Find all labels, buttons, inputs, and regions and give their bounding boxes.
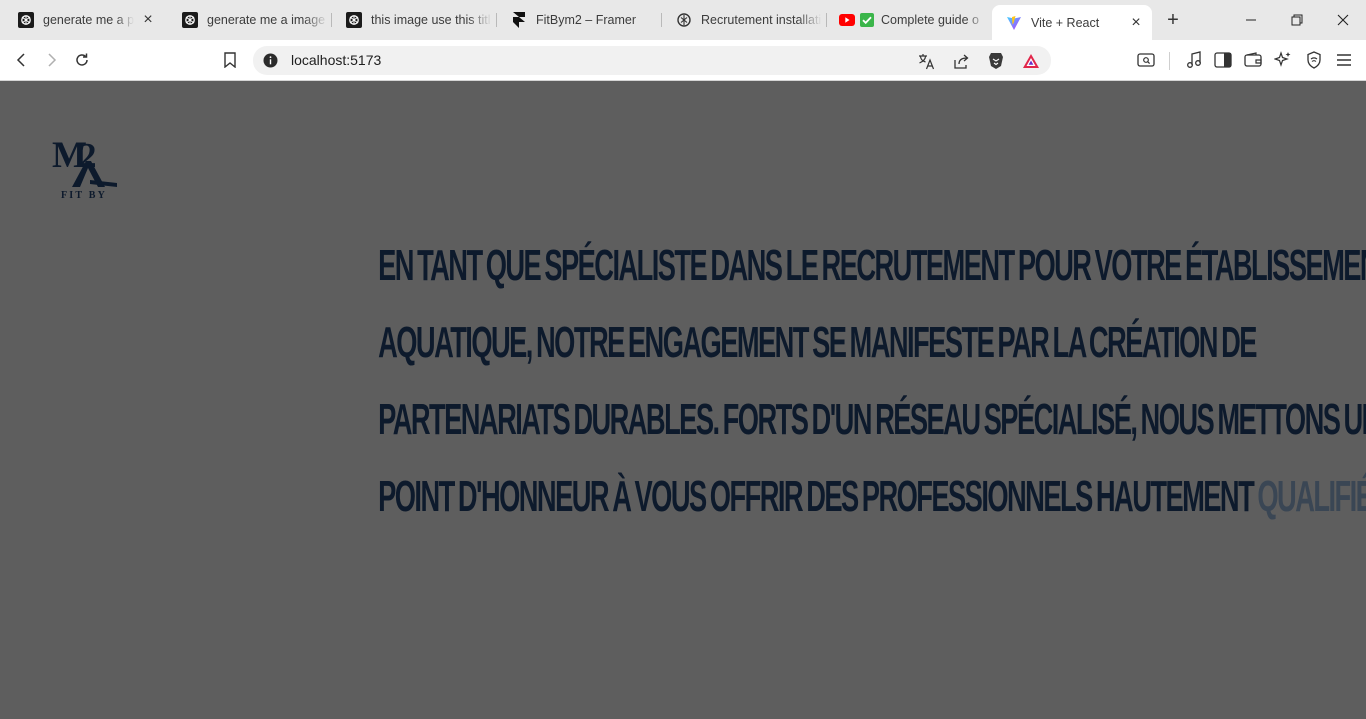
media-button[interactable] <box>1181 48 1207 72</box>
wallet-button[interactable] <box>1240 48 1266 72</box>
shield-icon <box>1307 51 1321 69</box>
tab-label: generate me a image <box>207 13 326 27</box>
tab-label: Vite + React <box>1031 15 1100 30</box>
toolbar-divider <box>1169 52 1170 70</box>
music-note-icon <box>1187 51 1201 68</box>
new-tab-button[interactable]: + <box>1161 9 1185 31</box>
openai-outline-icon <box>676 12 692 28</box>
hero-statement: EN TANT QUE SPÉCIALISTE DANS LE RECRUTEM… <box>190 227 1366 535</box>
restore-icon <box>1291 14 1303 26</box>
tab-label: generate me a pr <box>43 13 134 27</box>
hero-line-4: POINT D'HONNEUR À VOUS OFFRIR DES PROFES… <box>378 458 1366 535</box>
checkmark-icon <box>859 12 875 28</box>
brave-lion-icon <box>989 53 1003 69</box>
hero-line-3: PARTENARIATS DURABLES. FORTS D'UN RÉSEAU… <box>378 395 1366 444</box>
address-text: localhost:5173 <box>291 52 382 68</box>
tab-generate-image[interactable]: generate me a image <box>168 5 328 35</box>
openai-icon <box>18 12 34 28</box>
share-button[interactable] <box>949 49 973 73</box>
forward-button[interactable] <box>38 48 64 72</box>
sparkle-icon <box>1274 51 1291 67</box>
tab-label: FitBym2 – Framer <box>536 13 637 27</box>
tab-label: Recrutement installati <box>701 13 822 27</box>
hero-line-2: AQUATIQUE, NOTRE ENGAGEMENT SE MANIFESTE… <box>378 318 1257 367</box>
logo-tagline: FIT BY <box>61 190 107 201</box>
openai-icon <box>182 12 198 28</box>
reload-button[interactable] <box>69 48 95 72</box>
tab-complete-guide[interactable]: Complete guide o <box>827 5 987 35</box>
share-icon <box>953 54 968 69</box>
restore-button[interactable] <box>1285 8 1309 32</box>
page-content: M 2 FIT BY EN TANT QUE SPÉCIALISTE DANS … <box>0 81 1366 719</box>
back-button[interactable] <box>9 48 35 72</box>
arrow-right-icon <box>48 53 57 67</box>
browser-toolbar: localhost:5173 <box>0 40 1366 81</box>
bookmark-button[interactable] <box>217 48 243 72</box>
rewards-triangle-icon <box>1023 54 1039 68</box>
hero-line-4-text: POINT D'HONNEUR À VOUS OFFRIR DES PROFES… <box>378 472 1255 521</box>
menu-button[interactable] <box>1331 48 1357 72</box>
leo-ai-button[interactable] <box>1270 48 1296 72</box>
tab-label: Complete guide o <box>881 13 979 27</box>
close-icon <box>1337 14 1349 26</box>
hero-highlight-word: QUALIFIÉS <box>1257 472 1366 521</box>
tab-generate-pr[interactable]: generate me a pr × <box>4 5 164 35</box>
minimize-icon <box>1246 19 1256 21</box>
translate-button[interactable] <box>914 49 938 73</box>
tab-recrutement[interactable]: Recrutement installati <box>662 5 822 35</box>
site-logo[interactable]: M 2 FIT BY <box>50 131 120 201</box>
sidebar-icon <box>1214 52 1232 68</box>
close-tab-icon[interactable]: × <box>1128 14 1144 31</box>
translate-icon <box>918 53 934 69</box>
bookmark-icon <box>224 52 236 68</box>
reading-mode-button[interactable] <box>1133 48 1159 72</box>
vite-icon <box>1006 15 1022 31</box>
hamburger-menu-icon <box>1337 54 1351 66</box>
reader-icon <box>1137 53 1155 67</box>
wallet-icon <box>1244 52 1262 67</box>
close-window-button[interactable] <box>1331 8 1355 32</box>
reload-icon <box>76 53 88 66</box>
hero-line-1: EN TANT QUE SPÉCIALISTE DANS LE RECRUTEM… <box>378 241 1366 290</box>
tab-vite-react[interactable]: Vite + React × <box>992 5 1152 40</box>
site-info-icon[interactable] <box>263 53 278 68</box>
vpn-button[interactable] <box>1301 48 1327 72</box>
tab-strip: generate me a pr × generate me a image t… <box>0 0 1366 40</box>
brave-rewards-button[interactable] <box>1019 49 1043 73</box>
sidebar-button[interactable] <box>1210 48 1236 72</box>
tab-label: this image use this titl <box>371 13 491 27</box>
minimize-button[interactable] <box>1239 8 1263 32</box>
framer-icon <box>511 12 527 28</box>
youtube-icon <box>839 12 855 28</box>
tab-this-image[interactable]: this image use this titl <box>332 5 492 35</box>
arrow-left-icon <box>16 53 25 67</box>
address-bar[interactable]: localhost:5173 <box>253 46 1051 75</box>
brave-shields-button[interactable] <box>984 49 1008 73</box>
openai-icon <box>346 12 362 28</box>
tab-framer[interactable]: FitBym2 – Framer <box>497 5 657 35</box>
close-tab-icon[interactable]: × <box>140 11 156 28</box>
